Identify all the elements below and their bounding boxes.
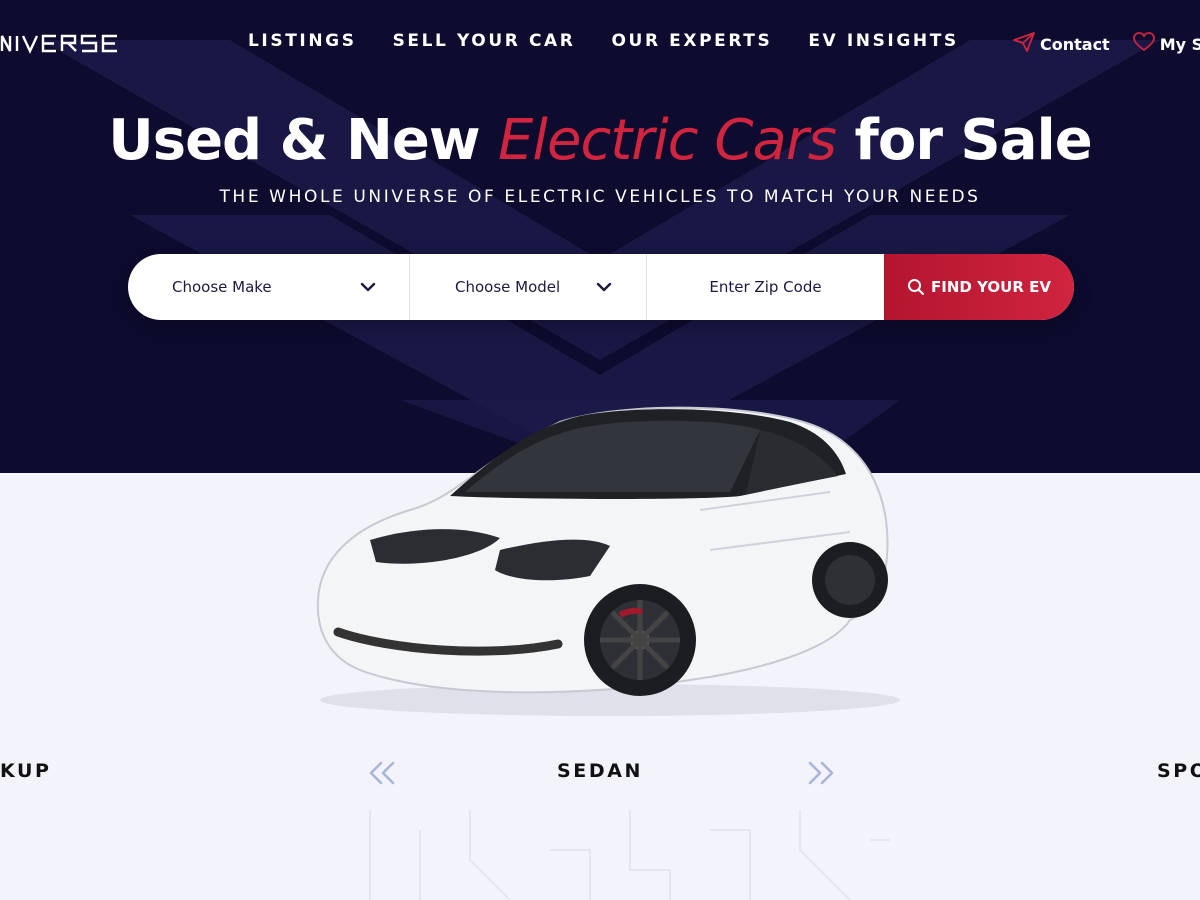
my-saved-label: My Se xyxy=(1159,34,1200,54)
nav-item-our-experts[interactable]: OUR EXPERTS xyxy=(612,31,773,51)
body-type-next[interactable]: SPO xyxy=(1157,760,1200,782)
heart-icon xyxy=(1132,31,1156,57)
title-part-2: for Sale xyxy=(835,108,1092,173)
choose-make-select[interactable]: Choose Make xyxy=(128,254,410,320)
find-your-ev-label: FIND YOUR EV xyxy=(931,278,1051,296)
circuit-decoration xyxy=(369,810,890,900)
nav-item-ev-insights[interactable]: EV INSIGHTS xyxy=(808,31,958,51)
zip-code-field xyxy=(647,254,884,320)
body-type-current[interactable]: SEDAN xyxy=(0,760,1200,782)
zip-code-input[interactable] xyxy=(665,278,866,296)
logo-wordmark-icon xyxy=(0,34,117,54)
hero-subtitle: THE WHOLE UNIVERSE OF ELECTRIC VEHICLES … xyxy=(219,187,981,207)
title-accent: Electric Cars xyxy=(498,108,837,173)
featured-car-image xyxy=(290,400,910,720)
main-nav: LISTINGS SELL YOUR CAR OUR EXPERTS EV IN… xyxy=(248,31,995,51)
choose-make-label: Choose Make xyxy=(172,278,272,296)
chevron-down-icon xyxy=(360,282,376,292)
nav-item-sell-your-car[interactable]: SELL YOUR CAR xyxy=(393,31,576,51)
find-your-ev-button[interactable]: FIND YOUR EV xyxy=(884,254,1074,320)
brand-logo[interactable] xyxy=(0,31,120,55)
title-part-1: Used & New xyxy=(108,108,499,173)
utility-nav: Contact My Se xyxy=(1012,31,1200,57)
contact-link[interactable]: Contact xyxy=(1012,31,1110,57)
nav-item-listings[interactable]: LISTINGS xyxy=(248,31,357,51)
choose-model-select[interactable]: Choose Model xyxy=(410,254,647,320)
contact-label: Contact xyxy=(1040,34,1110,54)
body-type-previous[interactable]: KUP xyxy=(0,760,52,782)
ev-search-bar: Choose Make Choose Model FIND YOUR EV xyxy=(128,254,1074,320)
chevron-down-icon xyxy=(596,282,612,292)
choose-model-label: Choose Model xyxy=(455,278,561,296)
white-sedan-illustration xyxy=(316,406,900,716)
my-saved-link[interactable]: My Se xyxy=(1132,31,1200,57)
paper-plane-icon xyxy=(1012,31,1036,57)
page-title: Used & New Electric Cars for Sale xyxy=(0,108,1200,173)
search-icon xyxy=(908,279,925,295)
